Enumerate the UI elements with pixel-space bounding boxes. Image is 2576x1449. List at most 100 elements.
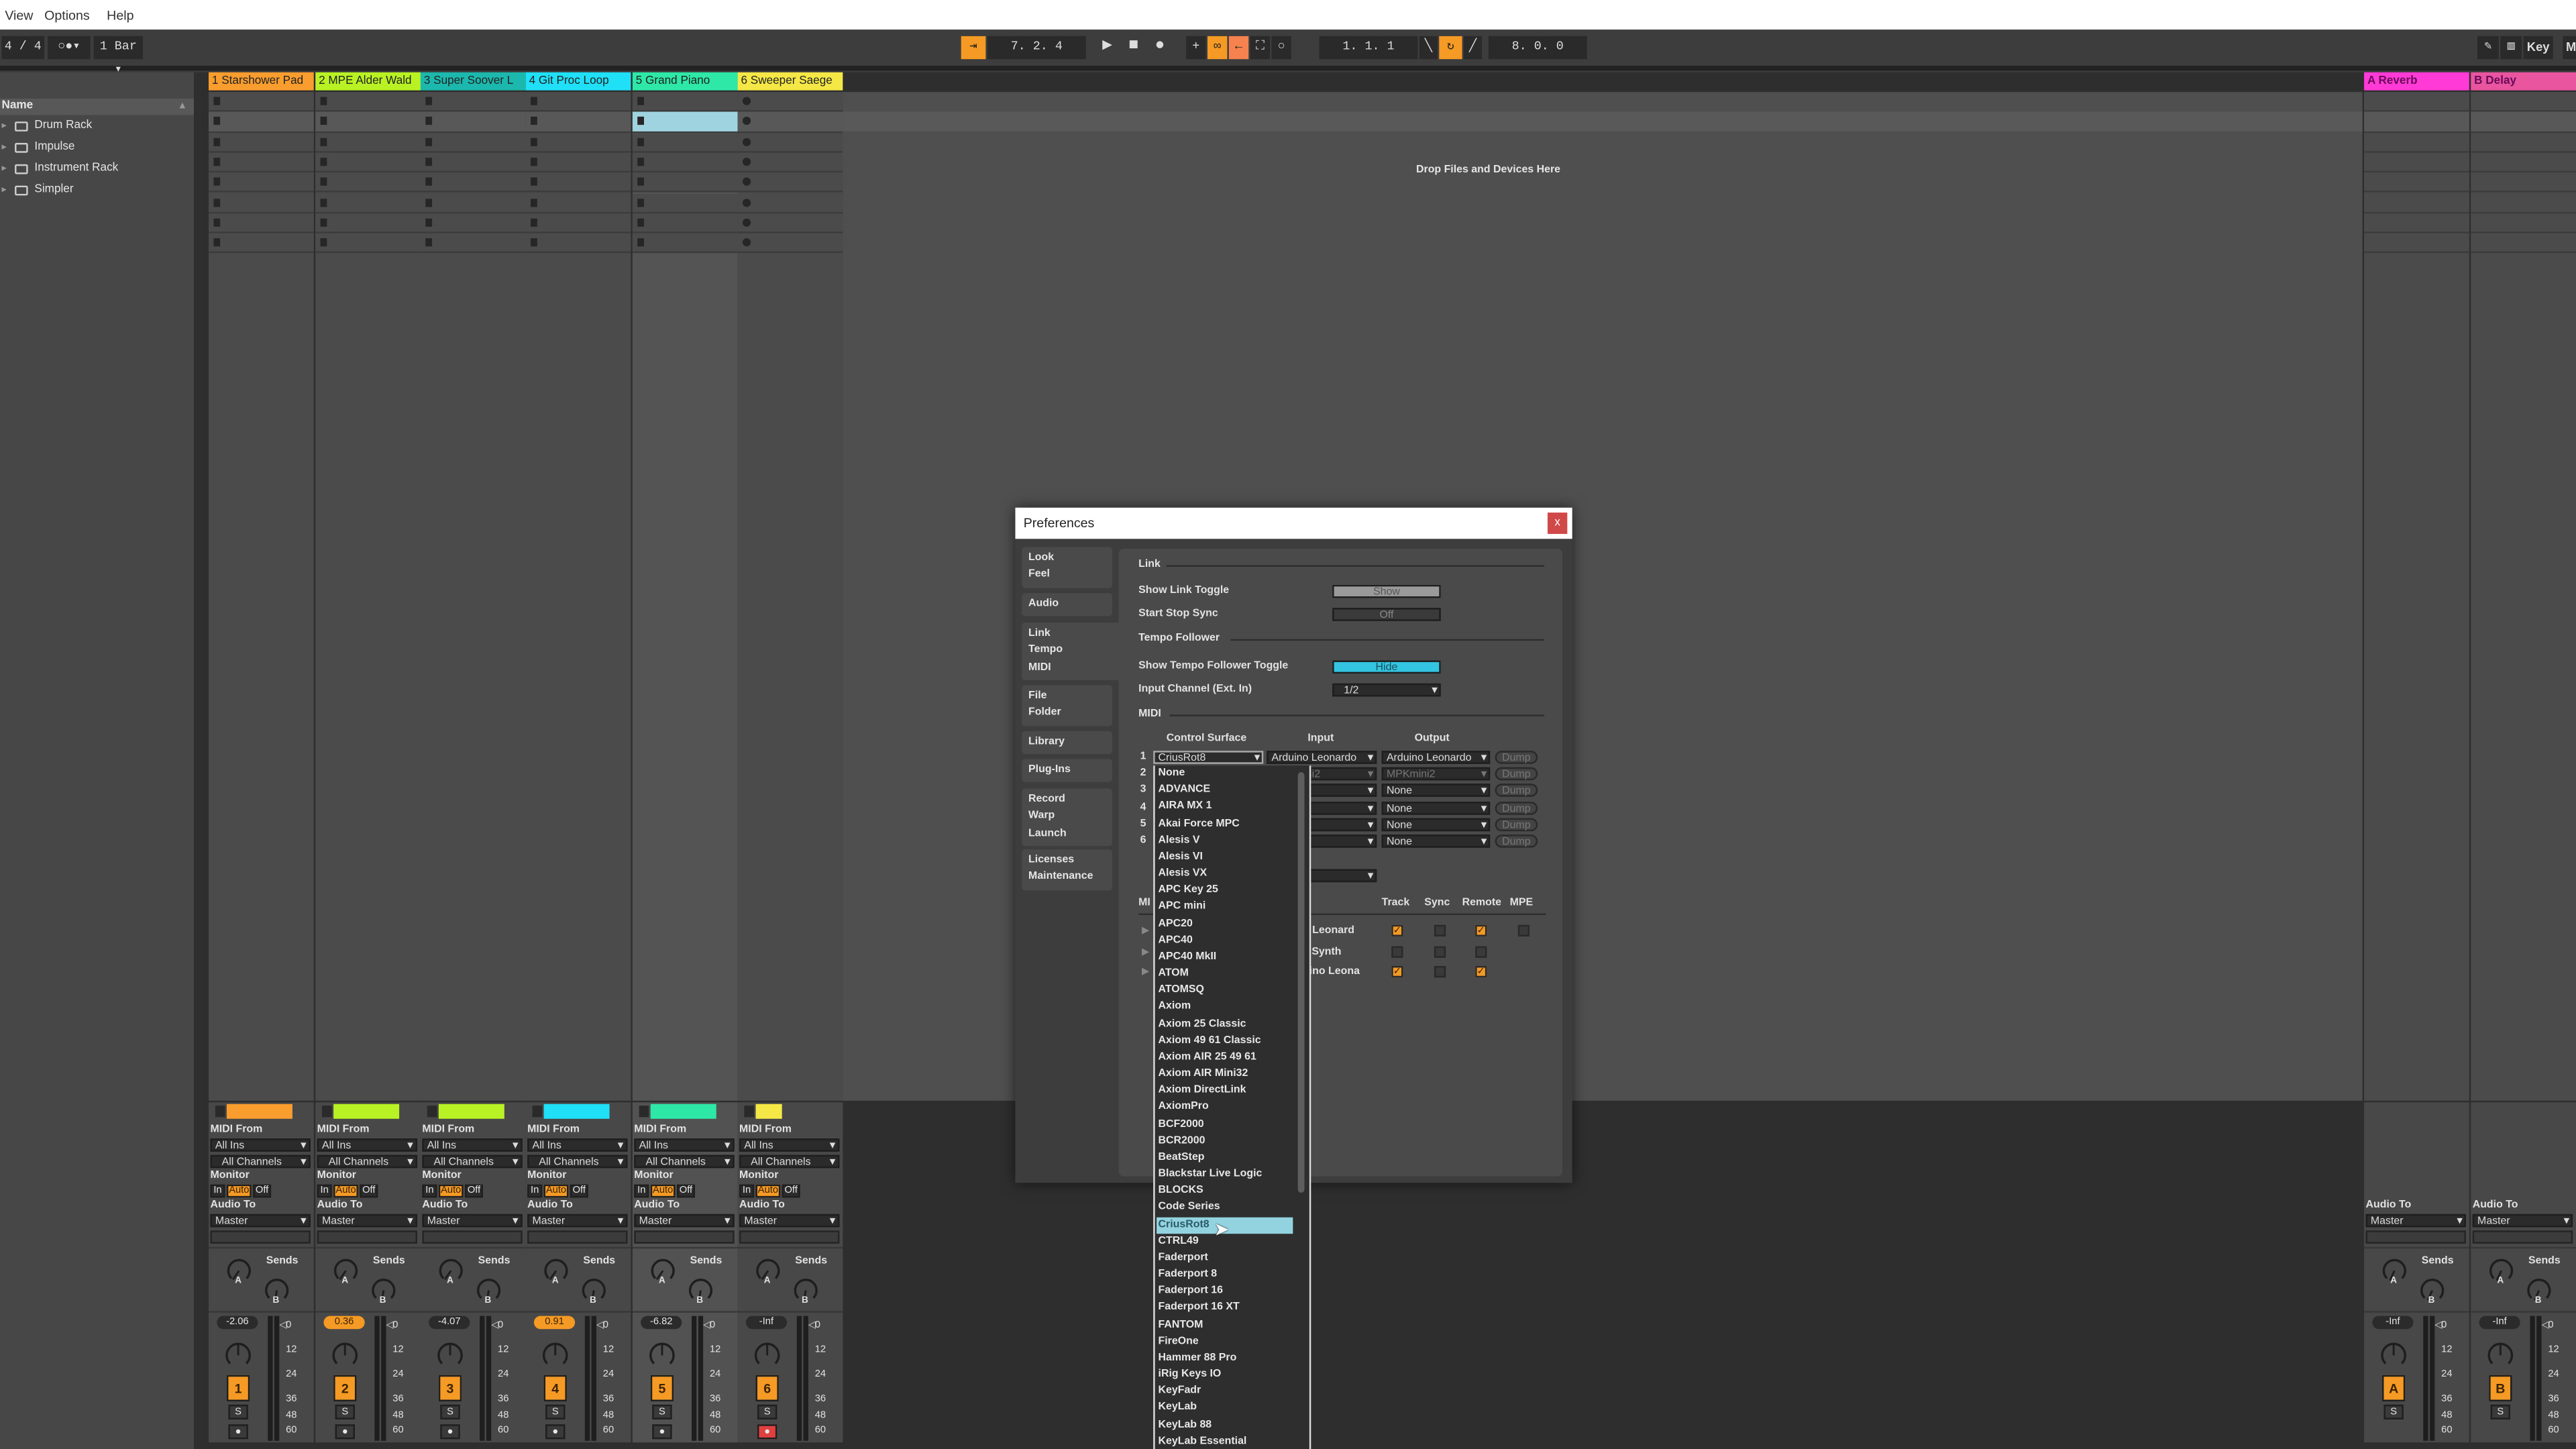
clip-slot[interactable] [315, 112, 420, 133]
pan-knob[interactable] [753, 1340, 782, 1370]
clip-stop-button-icon[interactable] [425, 157, 433, 166]
track-clip-bar[interactable] [755, 1104, 782, 1119]
record-button[interactable]: ● [1150, 36, 1169, 59]
track-activator-button[interactable]: 2 [333, 1375, 357, 1401]
clip-stop-all-button[interactable] [639, 1106, 649, 1118]
clip-stop-button-icon[interactable] [531, 218, 537, 227]
clip-stop-all-button[interactable] [215, 1106, 225, 1118]
clip-slot[interactable] [525, 172, 631, 193]
monitor-auto-button[interactable]: Auto [755, 1184, 781, 1198]
clip-stop-button-icon[interactable] [425, 238, 433, 247]
dropdown-option[interactable]: Faderport [1159, 1250, 1293, 1266]
dump-button[interactable]: Dump [1495, 767, 1538, 781]
output-port-dropdown[interactable]: None [1381, 801, 1491, 814]
expand-arrow-icon[interactable]: ▶ [1142, 966, 1149, 977]
solo-button[interactable]: S [757, 1404, 777, 1419]
clip-slot[interactable] [2364, 152, 2469, 173]
clip-record-button-icon[interactable] [742, 238, 751, 247]
automation-arm-button[interactable]: ∞ [1208, 36, 1228, 60]
audio-to-dropdown[interactable]: Master [2472, 1214, 2573, 1228]
solo-button[interactable]: S [545, 1404, 566, 1419]
preferences-tab-audio[interactable]: Audio [1022, 593, 1112, 617]
preferences-tab-record[interactable]: Record Warp Launch [1022, 788, 1112, 846]
pan-knob[interactable] [647, 1340, 677, 1370]
dropdown-option[interactable]: Faderport 16 [1159, 1283, 1293, 1299]
punch-out-button[interactable]: ╱ [1464, 36, 1482, 60]
solo-button[interactable]: S [2383, 1404, 2404, 1419]
dropdown-option[interactable]: APC mini [1159, 899, 1293, 915]
dropdown-option[interactable]: Axiom [1159, 1000, 1293, 1016]
dropdown-option[interactable]: Axiom 49 61 Classic [1159, 1033, 1293, 1049]
dropdown-option[interactable]: Blackstar Live Logic [1159, 1167, 1293, 1183]
preferences-tab-look[interactable]: Look Feel [1022, 547, 1112, 588]
clip-stop-button-icon[interactable] [531, 238, 537, 247]
dropdown-option[interactable]: Axiom 25 Classic [1159, 1016, 1293, 1032]
clip-slot[interactable] [209, 233, 313, 254]
clip-stop-button-icon[interactable] [320, 177, 327, 186]
browser-item[interactable]: ▸ Impulse [0, 138, 194, 158]
clip-record-button-icon[interactable] [742, 137, 751, 146]
clip-slot[interactable] [209, 152, 313, 173]
arm-button[interactable]: ● [545, 1424, 566, 1440]
clip-slot[interactable] [2471, 213, 2576, 233]
clip-stop-button-icon[interactable] [213, 157, 221, 166]
clip-slot[interactable] [2364, 92, 2469, 113]
dropdown-option[interactable]: Alesis VX [1159, 866, 1293, 882]
midi-channel-dropdown[interactable]: All Channels [422, 1155, 522, 1169]
clip-slot[interactable] [315, 92, 420, 113]
dropdown-option[interactable]: iRig Keys IO [1159, 1367, 1293, 1383]
clip-slot[interactable] [2471, 172, 2576, 193]
clip-stop-button-icon[interactable] [425, 97, 433, 105]
clip-slot[interactable] [632, 132, 737, 153]
dropdown-option[interactable]: BeatStep [1159, 1150, 1293, 1166]
preferences-tab-link[interactable]: Link Tempo MIDI [1022, 623, 1124, 680]
clip-stop-button-icon[interactable] [320, 238, 327, 247]
dump-button[interactable]: Dump [1495, 784, 1538, 798]
capture-midi-button[interactable]: ⛶ [1250, 36, 1271, 60]
midi-channel-dropdown[interactable]: All Channels [634, 1155, 734, 1169]
monitor-in-button[interactable]: In [422, 1184, 437, 1198]
clip-slot[interactable] [420, 193, 525, 213]
dropdown-option[interactable]: APC20 [1159, 916, 1293, 932]
clip-stop-button-icon[interactable] [320, 157, 327, 166]
menu-help[interactable]: Help [107, 8, 133, 23]
track-header[interactable]: 4 Git Proc Loop [525, 72, 631, 91]
clip-record-button-icon[interactable] [742, 117, 751, 125]
clip-slot[interactable] [209, 112, 313, 133]
key-map-button[interactable]: Key [2523, 36, 2553, 60]
dump-button[interactable]: Dump [1495, 751, 1538, 764]
punch-in-button[interactable]: ╲ [1419, 36, 1438, 60]
input-port-dropdown[interactable]: Arduino Leonardo [1267, 751, 1377, 764]
overdub-button[interactable]: + [1186, 36, 1206, 60]
solo-button[interactable]: S [652, 1404, 672, 1419]
clip-stop-button-icon[interactable] [320, 117, 327, 125]
show-tempo-follower-button[interactable]: Hide [1332, 660, 1441, 674]
clip-slot[interactable] [420, 172, 525, 193]
clip-slot[interactable] [632, 193, 737, 213]
solo-button[interactable]: S [335, 1404, 355, 1419]
dropdown-option[interactable]: KeyLab 88 [1159, 1417, 1293, 1434]
clip-slot[interactable] [315, 152, 420, 173]
track-clip-bar[interactable] [650, 1104, 716, 1119]
clip-slot[interactable] [315, 213, 420, 233]
quantize-menu[interactable]: 1 Bar ▾ [93, 36, 144, 77]
time-signature[interactable]: 4 / 4 [1, 36, 45, 60]
track-header[interactable]: 2 MPE Alder Wald [315, 72, 420, 91]
track-header[interactable]: 1 Starshower Pad [209, 72, 313, 91]
session-record-button[interactable]: ○ [1271, 36, 1291, 60]
dropdown-option[interactable]: APC40 MkII [1159, 949, 1293, 965]
keyboard-toggle[interactable]: ▥ [2500, 36, 2522, 60]
clip-stop-all-button[interactable] [532, 1106, 543, 1118]
monitor-in-button[interactable]: In [317, 1184, 332, 1198]
dropdown-option[interactable]: Axiom AIR 25 49 61 [1159, 1050, 1293, 1066]
dropdown-option[interactable]: Alesis V [1159, 833, 1293, 849]
preferences-tab-plug-ins[interactable]: Plug-Ins [1022, 759, 1112, 783]
clip-slot[interactable] [525, 193, 631, 213]
clip-slot[interactable] [632, 233, 737, 254]
clip-slot[interactable] [525, 132, 631, 153]
control-surface-dropdown-list[interactable]: None ADVANCE AIRA MX 1 Akai Force MPC Alesis… [1153, 765, 1311, 1449]
clip-slot[interactable] [737, 132, 843, 153]
menu-view[interactable]: View [5, 8, 33, 23]
midi-channel-dropdown[interactable]: All Channels [527, 1155, 627, 1169]
track-header[interactable]: 6 Sweeper Saege [737, 72, 843, 91]
